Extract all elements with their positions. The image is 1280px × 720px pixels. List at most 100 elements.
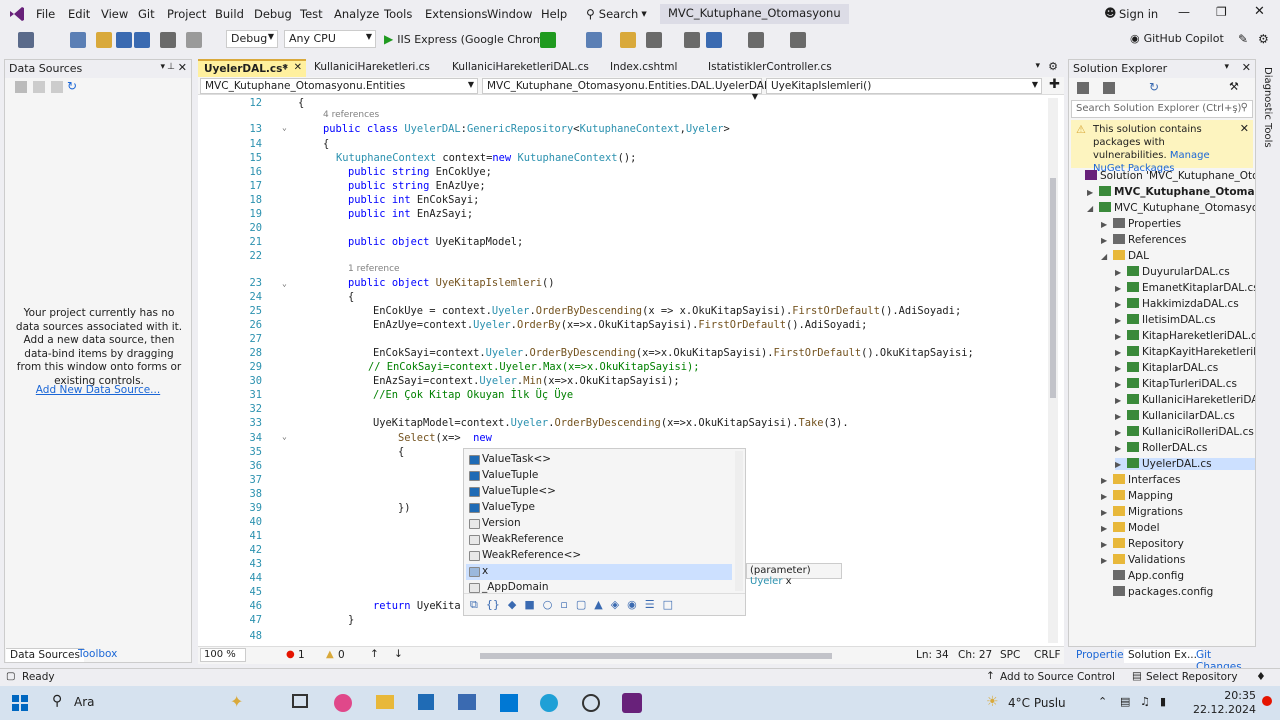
code-lens-references[interactable]: 4 references (323, 110, 379, 120)
tree-item[interactable]: ▶ IletisimDAL.cs (1115, 314, 1255, 326)
fold-class-icon[interactable]: ⌄ (282, 123, 287, 132)
menu-test[interactable]: Test (300, 7, 323, 21)
completion-item[interactable]: ValueTask<> (466, 452, 732, 468)
select-repository[interactable]: Select Repository (1146, 671, 1238, 683)
menu-tools[interactable]: Tools (384, 7, 412, 21)
class-dropdown[interactable]: MVC_Kutuphane_Otomasyonu.Entities.DAL.Uy… (482, 78, 770, 101)
expand-arrow-icon[interactable]: ◢ (1087, 204, 1099, 213)
tree-item[interactable]: ▶ Interfaces (1101, 474, 1255, 486)
notifications-icon[interactable]: ♦ (1256, 670, 1266, 683)
wrench-icon[interactable]: ⚒ (1229, 80, 1239, 93)
tab-uyelerdal[interactable]: UyelerDAL.cs* ☤ ✕ (198, 59, 306, 77)
spaces-indicator[interactable]: SPC (1000, 649, 1020, 661)
task-view-icon[interactable] (292, 694, 308, 708)
menu-analyze[interactable]: Analyze (334, 7, 379, 21)
expand-arrow-icon[interactable]: ▶ (1115, 460, 1127, 469)
up-arrow-icon[interactable]: ↑ (370, 648, 379, 660)
tab-toolbox[interactable]: Toolbox (74, 648, 121, 662)
undo-icon[interactable] (160, 32, 176, 48)
expand-arrow-icon[interactable]: ▶ (1115, 316, 1127, 325)
tree-item[interactable]: ▶ KullaniciRolleriDAL.cs (1115, 426, 1255, 438)
outlook-icon[interactable] (500, 694, 518, 712)
tree-item[interactable]: ▶ HakkimizdaDAL.cs (1115, 298, 1255, 310)
menu-view[interactable]: View (101, 7, 128, 21)
add-to-source-control[interactable]: Add to Source Control (1000, 671, 1115, 683)
expand-arrow-icon[interactable]: ▶ (1115, 268, 1127, 277)
bookmark-icon[interactable] (790, 32, 806, 48)
tree-item[interactable]: ◢ DAL (1101, 250, 1255, 262)
tree-item[interactable]: ▶ KitaplarDAL.cs (1115, 362, 1255, 374)
tree-item[interactable]: ▶ Model (1101, 522, 1255, 534)
menu-edit[interactable]: Edit (68, 7, 90, 21)
new-project-icon[interactable] (70, 32, 86, 48)
open-folder-icon[interactable] (96, 32, 112, 48)
member-dropdown[interactable]: UyeKitapIslemleri() ▼ (766, 78, 1042, 94)
pin-icon[interactable]: ☤ (283, 63, 288, 72)
tree-item[interactable]: ▶ Validations (1101, 554, 1255, 566)
completion-item[interactable]: WeakReference<> (466, 548, 732, 564)
tab-list-icon[interactable]: ▾ (1035, 61, 1040, 71)
tab-istatistikler-controller[interactable]: IstatistiklerController.cs (702, 59, 858, 77)
tree-item[interactable]: Solution 'MVC_Kutuphane_Otomasyonu' (1073, 170, 1255, 182)
tree-item[interactable]: ▶ Repository (1101, 538, 1255, 550)
step-icon[interactable] (684, 32, 700, 48)
fold-select-icon[interactable]: ⌄ (282, 432, 287, 441)
search-icon[interactable]: ⚲ (52, 693, 62, 709)
sign-in-link[interactable]: Sign in (1119, 7, 1158, 21)
diagnostic-tools-strip[interactable]: Diagnostic Tools (1258, 59, 1280, 663)
expand-arrow-icon[interactable]: ▶ (1115, 332, 1127, 341)
expand-arrow-icon[interactable]: ▶ (1115, 380, 1127, 389)
github-copilot-button[interactable]: ◉ GitHub Copilot (1130, 32, 1224, 45)
tree-item[interactable]: ▶ UyelerDAL.cs (1115, 458, 1255, 470)
expand-arrow-icon[interactable]: ▶ (1101, 236, 1113, 245)
home-icon[interactable] (1077, 82, 1089, 94)
tree-item[interactable]: ▶ KitapKayitHareketleriDAL.cs (1115, 346, 1255, 358)
weather-text[interactable]: 4°C Puslu (1008, 696, 1066, 710)
error-icon[interactable]: ● (286, 649, 295, 660)
snippet-filter-icon[interactable]: □ (663, 598, 673, 611)
expand-arrow-icon[interactable]: ▶ (1101, 508, 1113, 517)
start-without-debug-icon[interactable] (540, 32, 556, 48)
obs-icon[interactable] (582, 694, 600, 712)
windows-start-icon[interactable] (12, 695, 28, 711)
battery-icon[interactable]: ▮ (1160, 695, 1166, 708)
pin-icon[interactable]: ▾ (160, 62, 165, 72)
settings-icon[interactable]: ⚙ (1048, 60, 1058, 73)
fold-method-icon[interactable]: ⌄ (282, 279, 287, 288)
tab-index-cshtml[interactable]: Index.cshtml (604, 59, 700, 77)
close-window-button[interactable]: ✕ (1254, 4, 1265, 19)
project-dropdown[interactable]: MVC_Kutuphane_Otomasyonu.Entities ▼ (200, 78, 478, 94)
pin-icon[interactable]: ▾ (1224, 62, 1229, 72)
feedback-icon[interactable]: ✎ (1238, 32, 1248, 46)
class-filter-icon[interactable]: ◆ (508, 598, 516, 611)
line-ending-indicator[interactable]: CRLF (1034, 649, 1061, 661)
tab-git-changes[interactable]: Git Changes (1192, 649, 1256, 673)
store-icon[interactable] (418, 694, 434, 710)
tree-item[interactable]: ▶ KitapHareketleriDAL.cs (1115, 330, 1255, 342)
menu-window[interactable]: Window (487, 7, 532, 21)
copilot-sparkle-icon[interactable]: ✦ (230, 692, 243, 711)
menu-file[interactable]: File (36, 7, 55, 21)
indent-icon[interactable] (748, 32, 764, 48)
tree-item[interactable]: App.config (1101, 570, 1255, 582)
network-icon[interactable]: ▤ (1120, 695, 1130, 708)
tab-kullanicihareketleridal[interactable]: KullaniciHareketleriDAL.cs (446, 59, 602, 77)
redo-icon[interactable] (186, 32, 202, 48)
tree-item[interactable]: ▶ DuyurularDAL.cs (1115, 266, 1255, 278)
expand-arrow-icon[interactable]: ▶ (1101, 524, 1113, 533)
switch-views-icon[interactable] (1103, 82, 1115, 94)
expand-arrow-icon[interactable]: ▶ (1101, 556, 1113, 565)
horizontal-scrollbar[interactable] (480, 653, 832, 659)
menu-extensions[interactable]: Extensions (425, 7, 487, 21)
expand-arrow-icon[interactable]: ▶ (1115, 284, 1127, 293)
tree-item[interactable]: ◢ MVC_Kutuphane_Otomasyonu.Entities (1087, 202, 1255, 214)
editor-scrollbar[interactable] (1048, 98, 1058, 643)
completion-item[interactable]: x (466, 564, 732, 580)
clock-date[interactable]: 22.12.2024 (1186, 703, 1256, 716)
volume-icon[interactable]: ♫ (1140, 695, 1150, 708)
code-lens-references[interactable]: 1 reference (348, 264, 400, 274)
comment-icon[interactable] (706, 32, 722, 48)
completion-item[interactable]: ValueTuple (466, 468, 732, 484)
tab-solution-explorer[interactable]: Solution Ex... (1124, 649, 1201, 663)
diagnostic-tools-label[interactable]: Diagnostic Tools (1262, 67, 1273, 148)
